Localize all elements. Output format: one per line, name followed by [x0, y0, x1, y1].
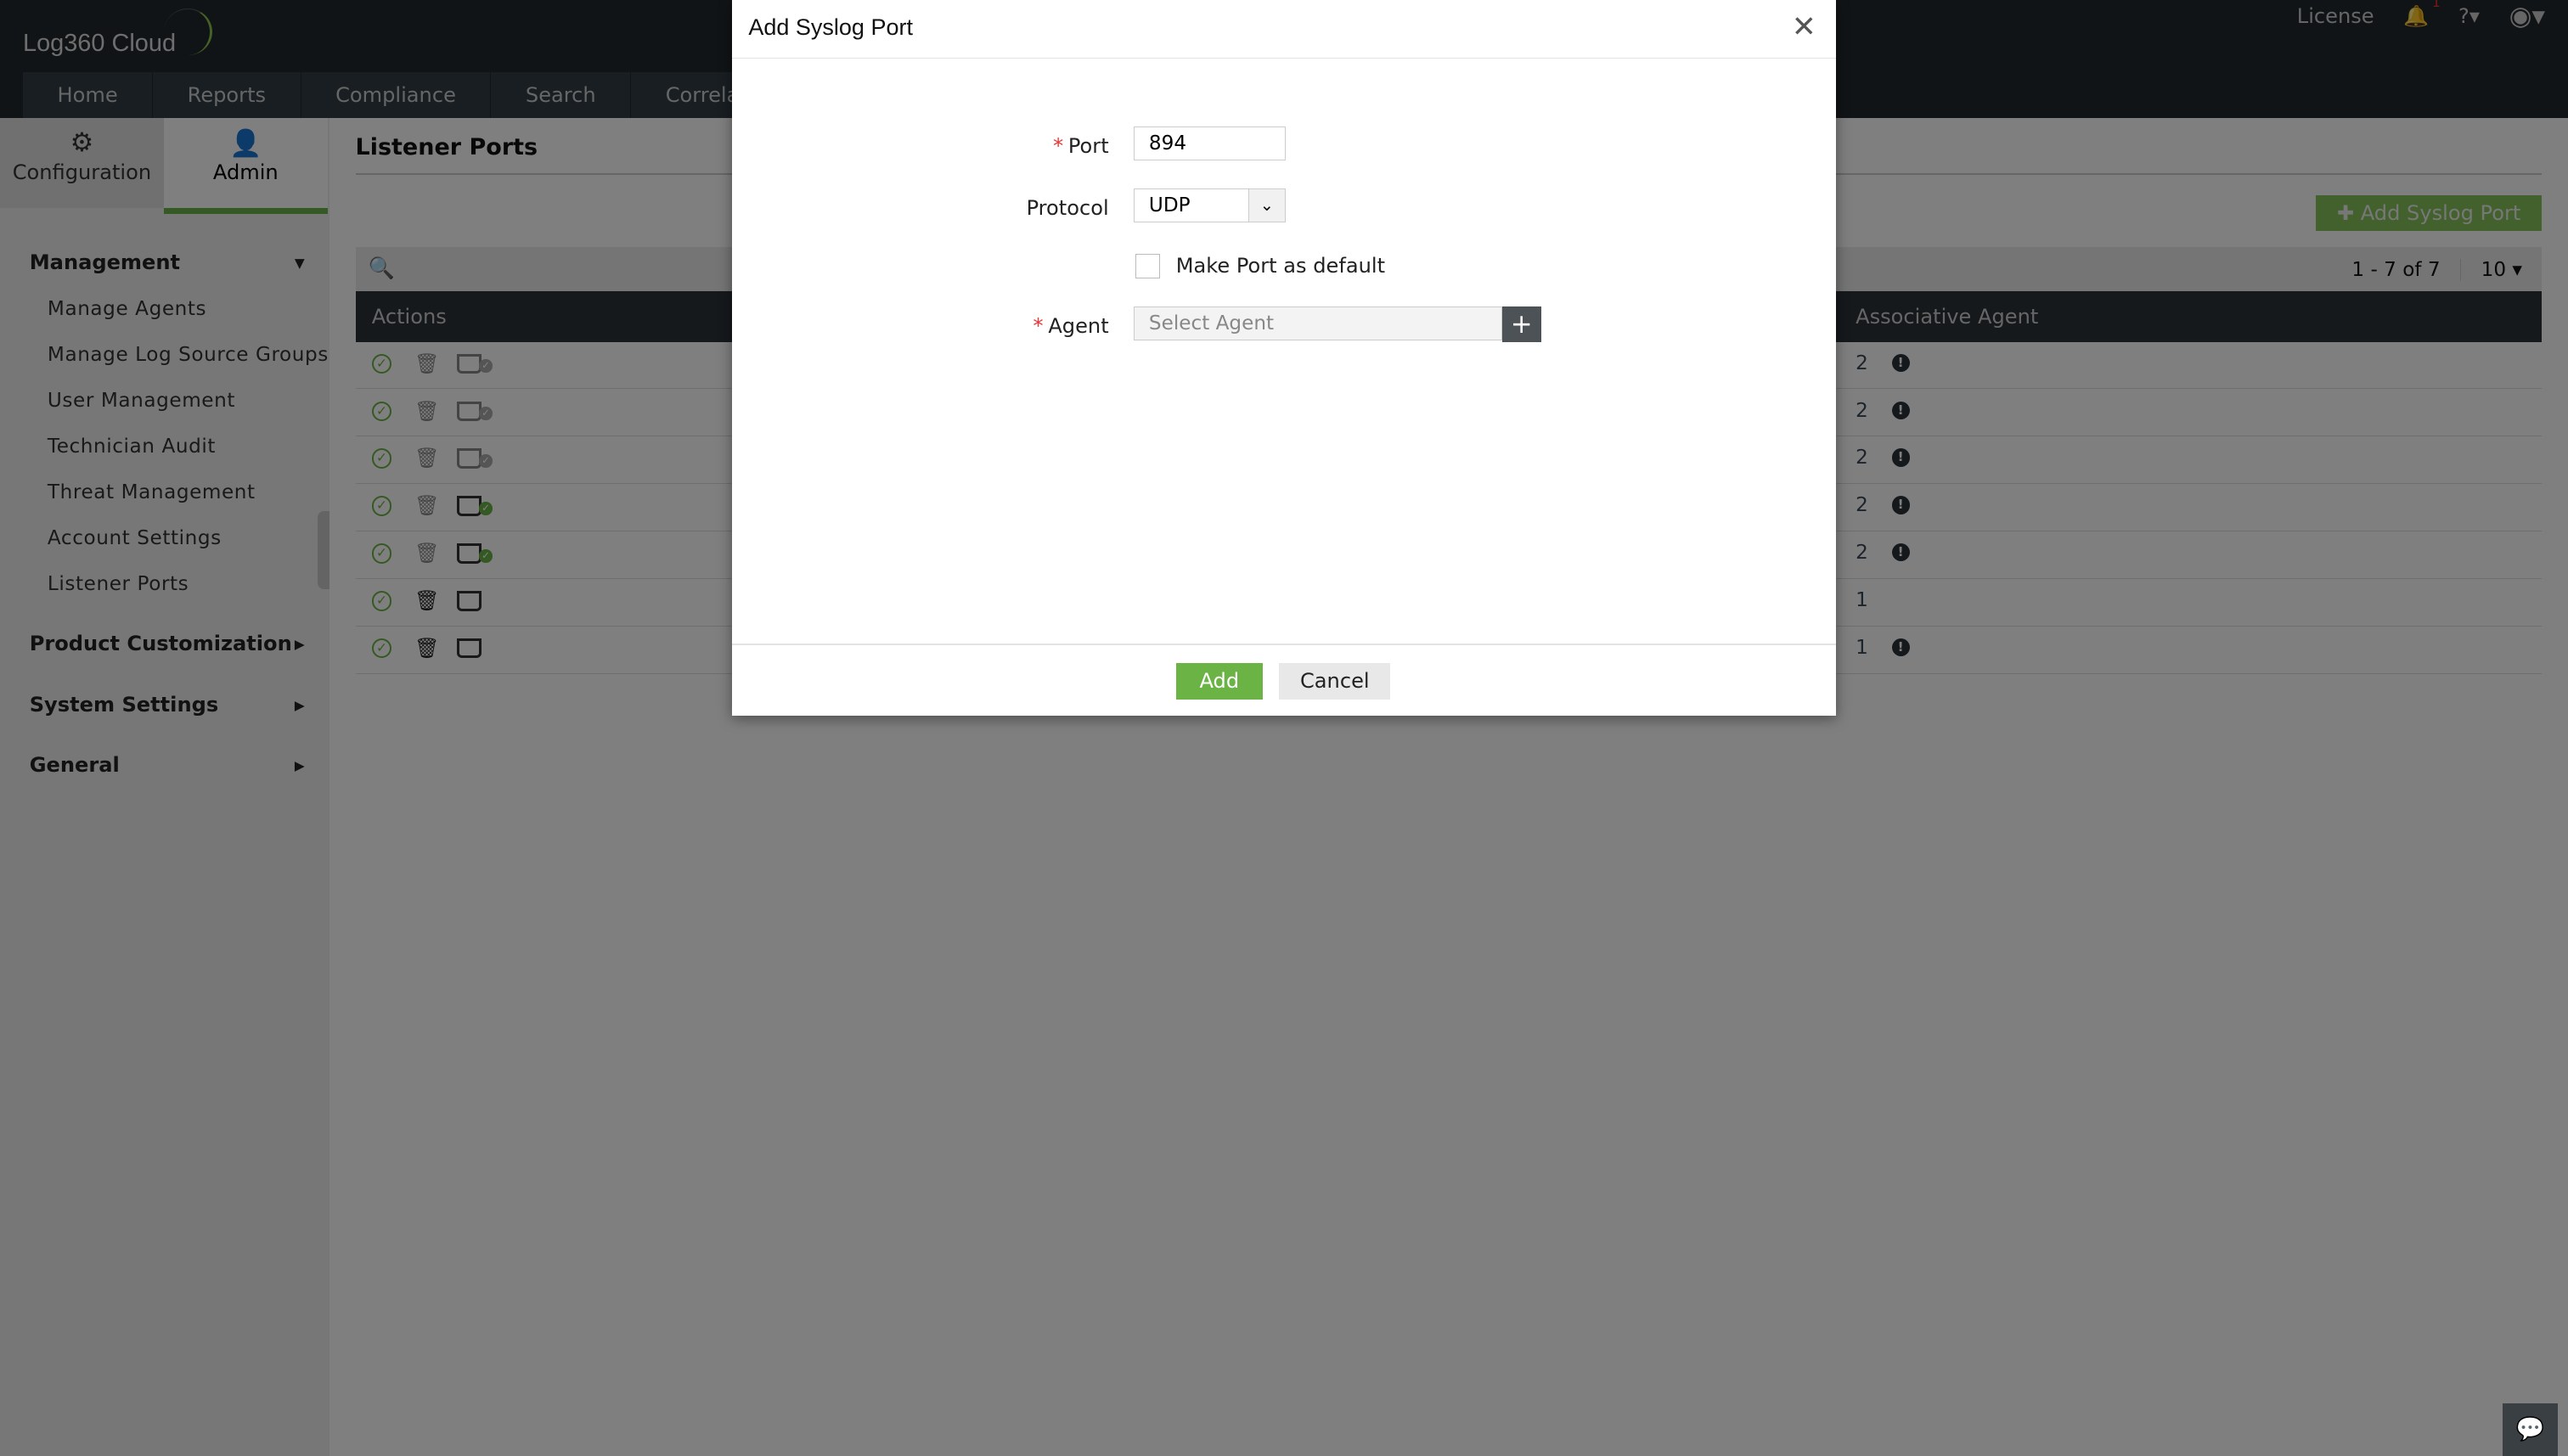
app-root: Log360 Cloud Home Reports Compliance Sea…: [0, 0, 2568, 1456]
add-syslog-port-dialog: Add Syslog Port ✕ * Port 894 Protocol UDP…: [732, 0, 1836, 716]
protocol-value: UDP: [1148, 194, 1191, 216]
add-button[interactable]: Add: [1175, 663, 1263, 700]
add-agent-plus-button[interactable]: +: [1501, 306, 1541, 343]
cancel-button[interactable]: Cancel: [1279, 663, 1391, 700]
dialog-title: Add Syslog Port: [748, 14, 913, 41]
port-input[interactable]: 894: [1133, 126, 1286, 161]
close-icon[interactable]: ✕: [1792, 10, 1816, 44]
chat-icon[interactable]: 💬: [2502, 1403, 2559, 1456]
label-text: Agent: [1048, 314, 1109, 339]
protocol-select[interactable]: UDP ⌄: [1133, 188, 1286, 223]
divider: [732, 57, 1836, 59]
required-marker: *: [1053, 134, 1064, 159]
label-text: Port: [1067, 134, 1109, 159]
port-label: * Port: [1053, 134, 1109, 158]
protocol-label: Protocol: [1026, 196, 1109, 221]
divider: [732, 643, 1836, 645]
required-marker: *: [1033, 314, 1044, 339]
make-default-checkbox[interactable]: [1135, 253, 1160, 278]
agent-label: * Agent: [1033, 314, 1109, 338]
agent-select-input[interactable]: Select Agent: [1133, 306, 1502, 341]
chevron-down-icon: ⌄: [1247, 188, 1285, 222]
make-default-label: Make Port as default: [1175, 253, 1386, 278]
